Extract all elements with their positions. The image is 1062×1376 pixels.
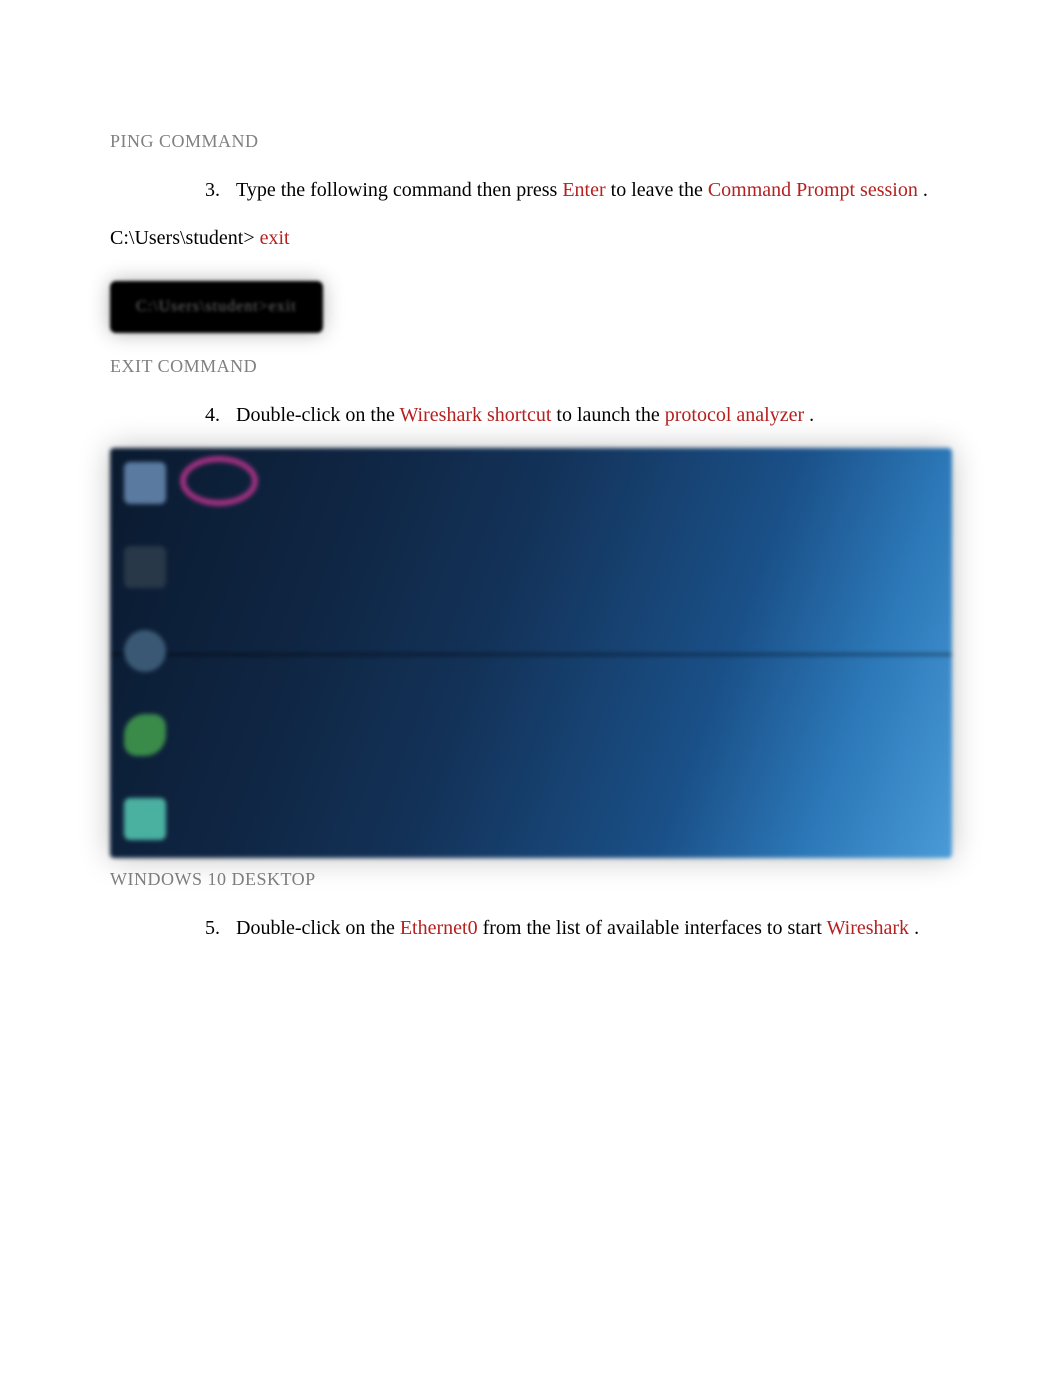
caption-exit: EXIT COMMAND <box>110 353 952 380</box>
step-4-t3: to launch the <box>556 404 664 426</box>
step-4-text: Double-click on the Wireshark shortcut t… <box>236 400 952 430</box>
step-3-t3: press <box>516 179 562 201</box>
desktop-shortcut-icon <box>124 630 166 672</box>
step-5-t1: Double-click <box>236 917 345 939</box>
caption-desktop: WINDOWS 10 DESKTOP <box>110 866 952 893</box>
step-4: 4. Double-click on the Wireshark shortcu… <box>205 400 952 430</box>
step-5-t4: . <box>914 917 919 939</box>
step-3-t4: to leave the <box>611 179 708 201</box>
step-5-t2: on the <box>345 917 399 939</box>
command-prompt-text: C:\Users\student> <box>110 227 260 249</box>
caption-ping: PING COMMAND <box>110 128 952 155</box>
step-4-t1: Double-click <box>236 404 345 426</box>
step-5-number: 5. <box>205 913 236 943</box>
step-5-wireshark: Wireshark <box>827 917 915 939</box>
step-4-number: 4. <box>205 400 236 430</box>
desktop-shortcut-icon <box>124 798 166 840</box>
windows-desktop-screenshot <box>110 448 952 858</box>
step-3-cmdprompt: Command Prompt session <box>708 179 923 201</box>
step-5-t3: from the list of available interfaces to… <box>483 917 827 939</box>
step-5-text: Double-click on the Ethernet0 from the l… <box>236 913 952 943</box>
step-3-t5: . <box>923 179 928 201</box>
step-5: 5. Double-click on the Ethernet0 from th… <box>205 913 952 943</box>
step-3-text: Type the following command then press En… <box>236 175 952 205</box>
step-4-protocol-analyzer: protocol analyzer <box>665 404 809 426</box>
step-4-t2: on the <box>345 404 399 426</box>
step-3-t2: the following command then <box>281 179 517 201</box>
step-4-wireshark-shortcut: Wireshark shortcut <box>399 404 556 426</box>
desktop-shortcut-icon <box>124 546 166 588</box>
highlight-circle-icon <box>180 456 258 506</box>
step-3-enter: Enter <box>562 179 610 201</box>
step-3: 3. Type the following command then press… <box>205 175 952 205</box>
step-4-t4: . <box>809 404 814 426</box>
desktop-shortcut-icon <box>124 714 166 756</box>
desktop-shortcut-icon <box>124 462 166 504</box>
command-exit: exit <box>260 227 290 249</box>
command-prompt-screenshot: C:\Users\student>exit <box>110 281 323 333</box>
step-3-number: 3. <box>205 175 236 205</box>
step-5-ethernet0: Ethernet0 <box>400 917 483 939</box>
desktop-icons-column <box>124 462 166 840</box>
step-3-t1: Type <box>236 179 281 201</box>
command-line: C:\Users\student> exit <box>110 223 952 253</box>
